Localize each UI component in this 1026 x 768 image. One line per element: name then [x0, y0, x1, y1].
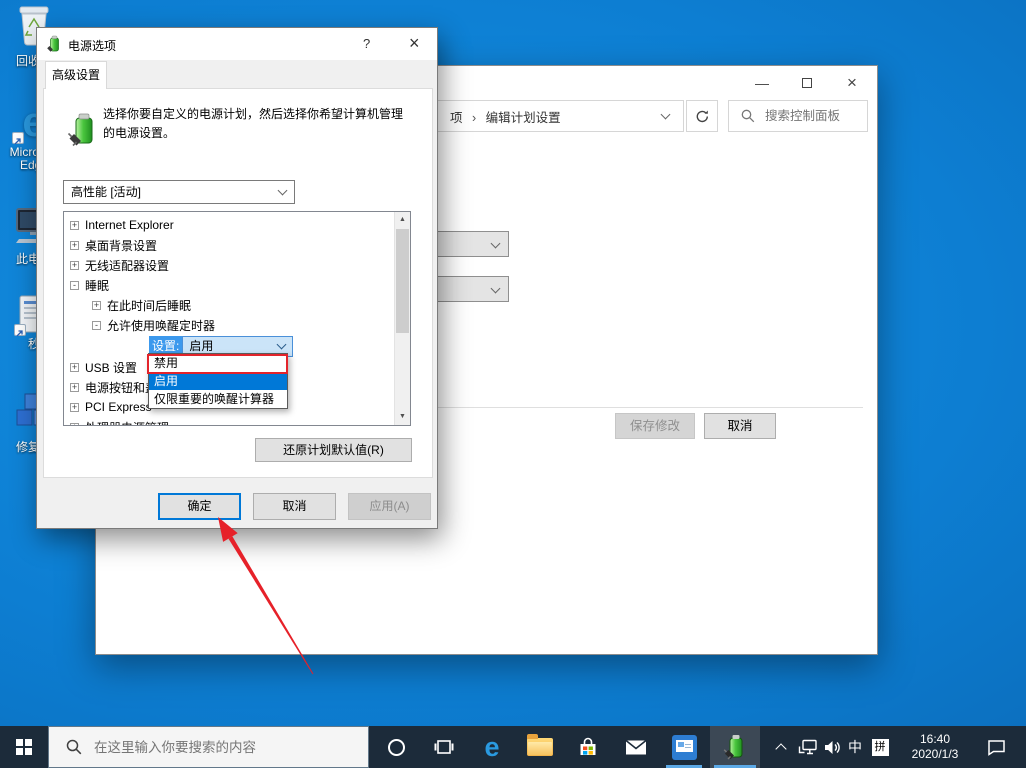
power-options-taskbar-button[interactable] — [710, 726, 760, 768]
photos-app-icon — [672, 735, 697, 760]
desktop: 回收站 e Microsoft Edge 此电脑 — [0, 0, 1026, 768]
mail-icon — [625, 739, 647, 756]
help-button[interactable]: ? — [363, 36, 370, 51]
collapse-icon[interactable]: - — [70, 281, 79, 290]
address-dropdown-icon[interactable] — [661, 110, 671, 120]
scroll-down-icon[interactable]: ▼ — [395, 409, 410, 425]
shortcut-arrow-icon — [14, 324, 26, 336]
expand-icon[interactable]: + — [70, 221, 79, 230]
expand-icon[interactable]: + — [70, 403, 79, 412]
expand-icon[interactable]: + — [70, 383, 79, 392]
expand-icon[interactable]: + — [70, 363, 79, 372]
power-options-icon — [46, 35, 62, 53]
edge-button[interactable]: e — [470, 726, 514, 768]
maximize-icon — [802, 78, 812, 88]
dropdown-option-disable[interactable]: 禁用 — [149, 354, 287, 372]
dialog-title: 电源选项 — [68, 37, 116, 54]
ok-button[interactable]: 确定 — [158, 493, 241, 520]
file-explorer-button[interactable] — [518, 726, 562, 768]
taskbar: e — [0, 726, 1026, 768]
tree-item[interactable]: +在此时间后睡眠 — [64, 295, 395, 315]
restore-defaults-button[interactable]: 还原计划默认值(R) — [255, 438, 412, 462]
tree-item[interactable]: +Internet Explorer — [64, 215, 395, 235]
windows-logo-icon — [16, 739, 32, 755]
window-cancel-button[interactable]: 取消 — [704, 413, 776, 439]
task-view-button[interactable] — [422, 726, 466, 768]
photos-app-button[interactable] — [662, 726, 706, 768]
close-button[interactable]: × — [837, 72, 867, 94]
maximize-button[interactable] — [792, 72, 822, 94]
cortana-icon — [388, 739, 405, 756]
tree-item[interactable]: -睡眠 — [64, 275, 395, 295]
setting-dropdown-list: 禁用 启用 仅限重要的唤醒计算器 — [148, 353, 288, 409]
power-plan-select[interactable]: 高性能 [活动] — [63, 180, 295, 204]
refresh-icon — [695, 109, 710, 124]
tree-item[interactable]: +无线适配器设置 — [64, 255, 395, 275]
power-options-dialog: 电源选项 ? × 高级设置 选择你要自定义的电源计划，然后选择你希望计算机管理 … — [36, 27, 438, 529]
battery-plug-icon — [67, 112, 99, 150]
dropdown-option-important-only[interactable]: 仅限重要的唤醒计算器 — [149, 390, 287, 408]
shortcut-arrow-icon — [12, 132, 24, 144]
scrollbar-thumb[interactable] — [396, 229, 409, 333]
tray-expand-button[interactable] — [768, 726, 794, 768]
ime-mode-button[interactable]: 拼 — [868, 726, 892, 768]
network-icon — [798, 739, 817, 755]
tree-item[interactable]: +处理器电源管理 — [64, 417, 395, 426]
mail-button[interactable] — [614, 726, 658, 768]
taskbar-search[interactable] — [48, 726, 369, 768]
start-button[interactable] — [0, 726, 48, 768]
speaker-icon — [824, 740, 841, 755]
scrollbar[interactable]: ▲ ▼ — [394, 212, 410, 425]
clock[interactable]: 16:40 2020/1/3 — [896, 726, 974, 768]
tree-item[interactable]: +桌面背景设置 — [64, 235, 395, 255]
taskbar-search-input[interactable] — [92, 739, 352, 756]
expand-icon[interactable]: + — [70, 241, 79, 250]
search-input[interactable] — [763, 108, 863, 124]
pinyin-indicator: 拼 — [872, 739, 889, 756]
control-panel-search[interactable] — [728, 100, 868, 132]
ime-language-button[interactable]: 中 — [843, 726, 867, 768]
cancel-button[interactable]: 取消 — [253, 493, 336, 520]
tray-date: 2020/1/3 — [912, 747, 959, 762]
apply-button: 应用(A) — [348, 493, 431, 520]
dialog-titlebar: 电源选项 ? × — [37, 28, 437, 60]
edge-icon: e — [484, 732, 499, 762]
expand-icon[interactable]: + — [70, 261, 79, 270]
breadcrumb: 项 › 编辑计划设置 — [450, 107, 561, 126]
refresh-button[interactable] — [686, 100, 718, 132]
dropdown-option-enable[interactable]: 启用 — [149, 372, 287, 390]
search-icon — [66, 739, 82, 755]
cortana-button[interactable] — [374, 726, 418, 768]
tray-time: 16:40 — [912, 732, 959, 747]
breadcrumb-item[interactable]: 编辑计划设置 — [486, 111, 561, 125]
folder-icon — [527, 738, 553, 756]
expand-icon[interactable]: + — [70, 423, 79, 427]
scroll-up-icon[interactable]: ▲ — [395, 212, 410, 228]
tab-advanced-settings[interactable]: 高级设置 — [45, 61, 107, 89]
action-center-icon — [987, 739, 1006, 756]
store-button[interactable] — [566, 726, 610, 768]
battery-plug-icon — [723, 733, 747, 762]
dialog-close-button[interactable]: × — [409, 33, 420, 54]
save-changes-button: 保存修改 — [615, 413, 695, 439]
chevron-up-icon — [775, 743, 786, 754]
minimize-button[interactable]: — — [747, 72, 777, 94]
breadcrumb-separator-icon: › — [466, 111, 482, 125]
network-tray-button[interactable] — [794, 726, 820, 768]
action-center-button[interactable] — [976, 726, 1016, 768]
collapse-icon[interactable]: - — [92, 321, 101, 330]
tree-item[interactable]: -允许使用唤醒定时器 — [64, 315, 395, 335]
search-icon — [741, 109, 755, 123]
task-view-icon — [434, 739, 454, 755]
volume-tray-button[interactable] — [819, 726, 845, 768]
store-icon — [577, 736, 599, 758]
expand-icon[interactable]: + — [92, 301, 101, 310]
dialog-description: 选择你要自定义的电源计划，然后选择你希望计算机管理 的电源设置。 — [103, 105, 403, 143]
